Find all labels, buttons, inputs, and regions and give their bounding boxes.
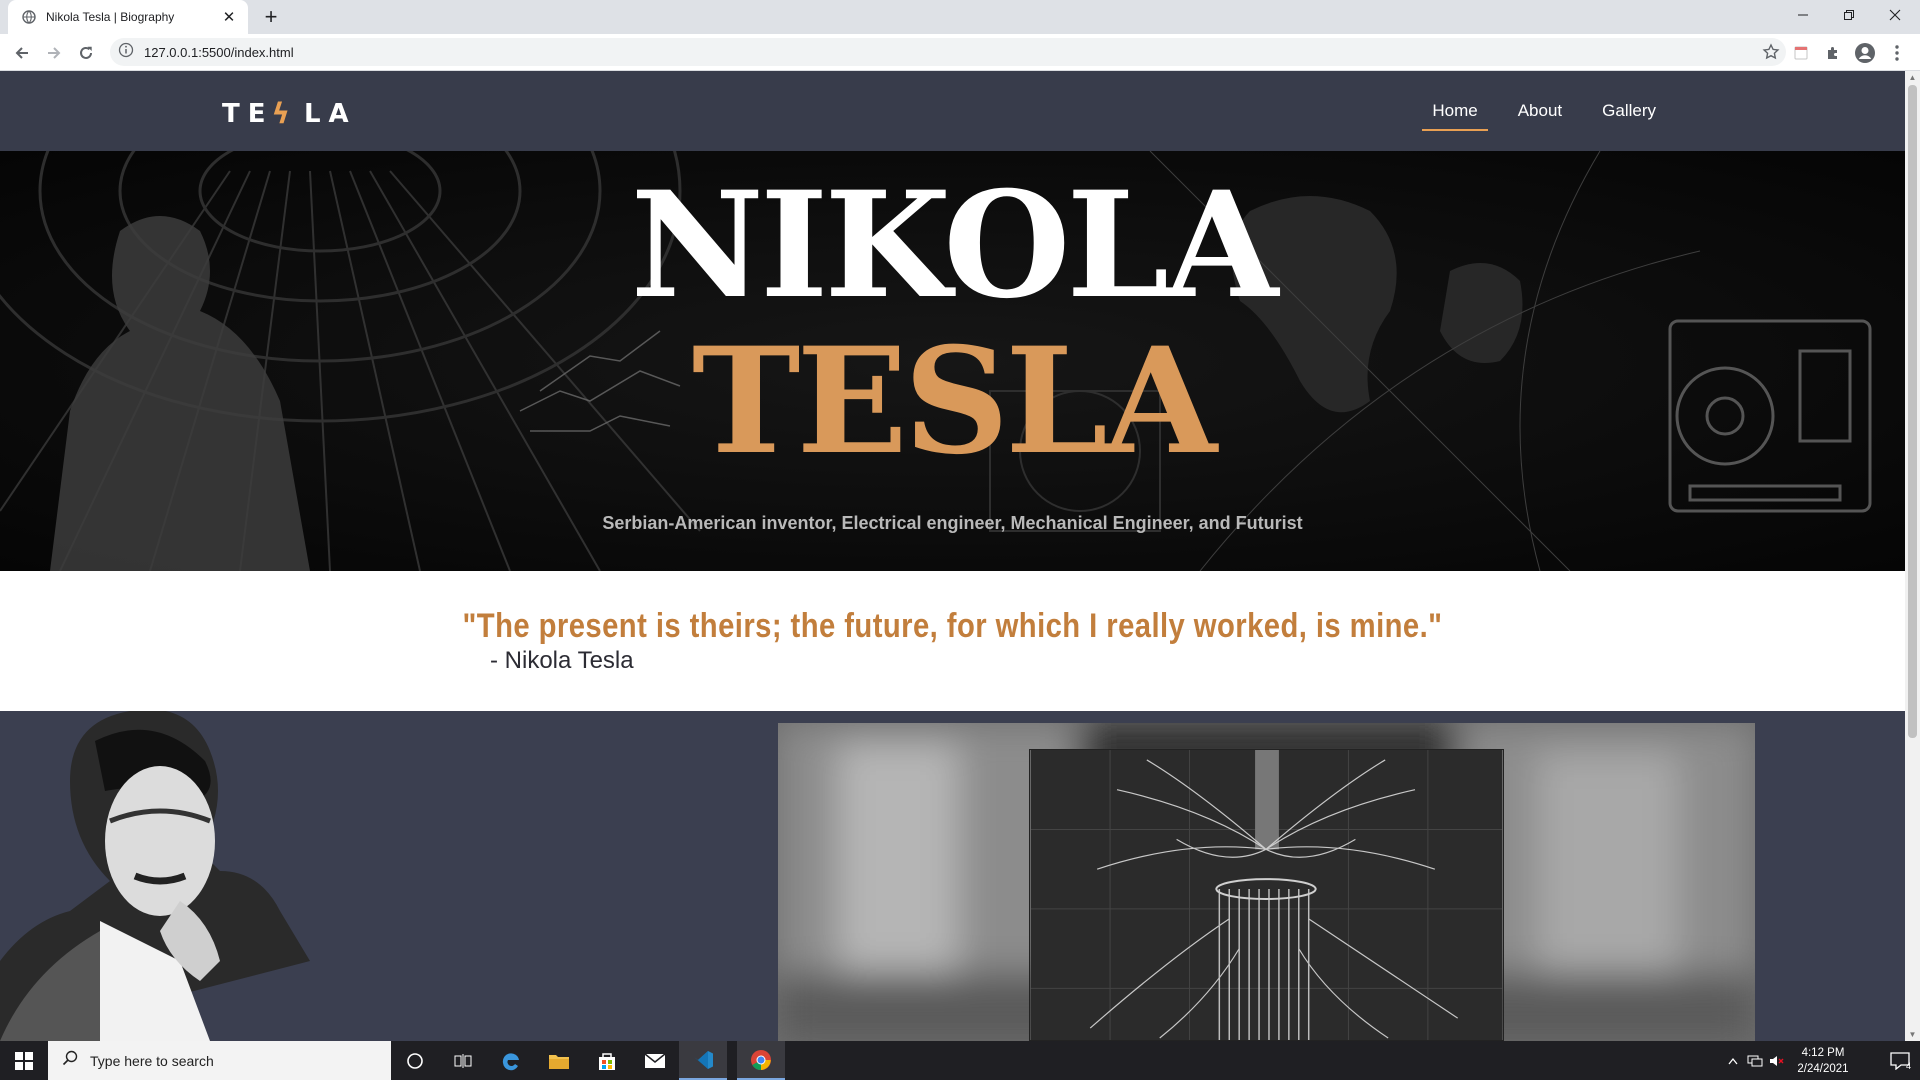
url-text[interactable]: 127.0.0.1:5500/index.html [144,45,294,60]
logo-text-right: LA [303,98,357,129]
search-placeholder: Type here to search [90,1052,214,1069]
windows-start-icon[interactable] [0,1041,48,1080]
minimize-icon[interactable] [1780,0,1826,30]
browser-toolbar: 127.0.0.1:5500/index.html [0,34,1920,71]
file-explorer-icon[interactable] [535,1041,583,1080]
volume-muted-icon[interactable] [1766,1041,1788,1080]
edge-browser-icon[interactable] [487,1041,535,1080]
quote-author: - Nikola Tesla [490,647,634,674]
clock-time: 4:12 PM [1801,1046,1845,1059]
nav-about-link[interactable]: About [1508,93,1572,131]
notification-center-icon[interactable]: 4 [1880,1041,1920,1080]
cortana-icon[interactable] [391,1041,439,1080]
clock-date: 2/24/2021 [1797,1062,1849,1075]
task-view-icon[interactable] [439,1041,487,1080]
hero-title-last: TESLA [691,316,1217,487]
mail-icon[interactable] [631,1041,679,1080]
quote-text: "The present is theirs; the future, for … [462,607,1443,645]
nav-gallery-link[interactable]: Gallery [1592,93,1666,131]
forward-arrow-icon[interactable] [40,39,68,67]
site-navbar: TE ϟ LA Home About Gallery [0,71,1905,151]
extensions-puzzle-icon[interactable] [1822,42,1844,64]
scrollbar-thumb[interactable] [1908,85,1917,738]
close-tab-icon[interactable]: ✕ [220,8,238,26]
system-tray: 4:12 PM 2/24/2021 4 [1722,1041,1920,1080]
nav-home-link[interactable]: Home [1422,93,1489,131]
system-clock[interactable]: 4:12 PM 2/24/2021 [1788,1045,1858,1077]
store-icon[interactable] [583,1041,631,1080]
back-arrow-icon[interactable] [8,39,36,67]
scroll-up-arrow-icon[interactable]: ▲ [1908,73,1917,82]
lightning-bolt-icon: ϟ [271,97,298,130]
image-section [0,711,1905,1041]
tesla-coil-photo [1029,749,1504,1041]
new-tab-button[interactable]: + [258,4,284,30]
tab-strip: Nikola Tesla | Biography ✕ + [0,0,1920,34]
hero-section: NIKOLA TESLA Serbian-American inventor, … [0,151,1905,571]
notification-count: 4 [1905,1061,1911,1071]
chrome-icon[interactable] [737,1041,785,1080]
search-icon [62,1050,78,1071]
bookmark-star-icon[interactable] [1762,43,1780,61]
quote-section: "The present is theirs; the future, for … [0,571,1905,711]
reload-icon[interactable] [72,39,100,67]
close-window-icon[interactable] [1872,0,1918,30]
globe-icon [21,9,37,25]
profile-avatar-icon[interactable] [1854,42,1876,64]
tesla-portrait-image [0,711,310,1041]
scroll-down-arrow-icon[interactable]: ▼ [1908,1030,1917,1039]
site-logo[interactable]: TE ϟ LA [222,97,357,130]
address-bar[interactable]: 127.0.0.1:5500/index.html [110,38,1786,66]
hero-title-first: NIKOLA [630,160,1279,331]
logo-text-left: TE [222,98,274,129]
network-icon[interactable] [1744,1041,1766,1080]
taskbar-search-box[interactable]: Type here to search [48,1041,391,1080]
browser-tab[interactable]: Nikola Tesla | Biography ✕ [8,0,248,34]
extension-page-icon[interactable] [1790,42,1812,64]
page-scrollbar[interactable]: ▲ ▼ [1905,71,1920,1041]
show-hidden-icons-chevron-icon[interactable] [1722,1041,1744,1080]
menu-kebab-icon[interactable] [1886,42,1908,64]
site-nav-links: Home About Gallery [1422,93,1666,131]
restore-icon[interactable] [1826,0,1872,30]
tab-title: Nikola Tesla | Biography [46,10,175,24]
hero-subtitle: Serbian-American inventor, Electrical en… [602,513,1303,533]
vscode-icon[interactable] [679,1041,727,1080]
page-viewport: TE ϟ LA Home About Gallery NIKOLA TESLA … [0,71,1905,1041]
windows-taskbar: Type here to search 4:12 PM 2/24/2021 4 [0,1041,1920,1080]
info-icon[interactable] [118,42,134,63]
